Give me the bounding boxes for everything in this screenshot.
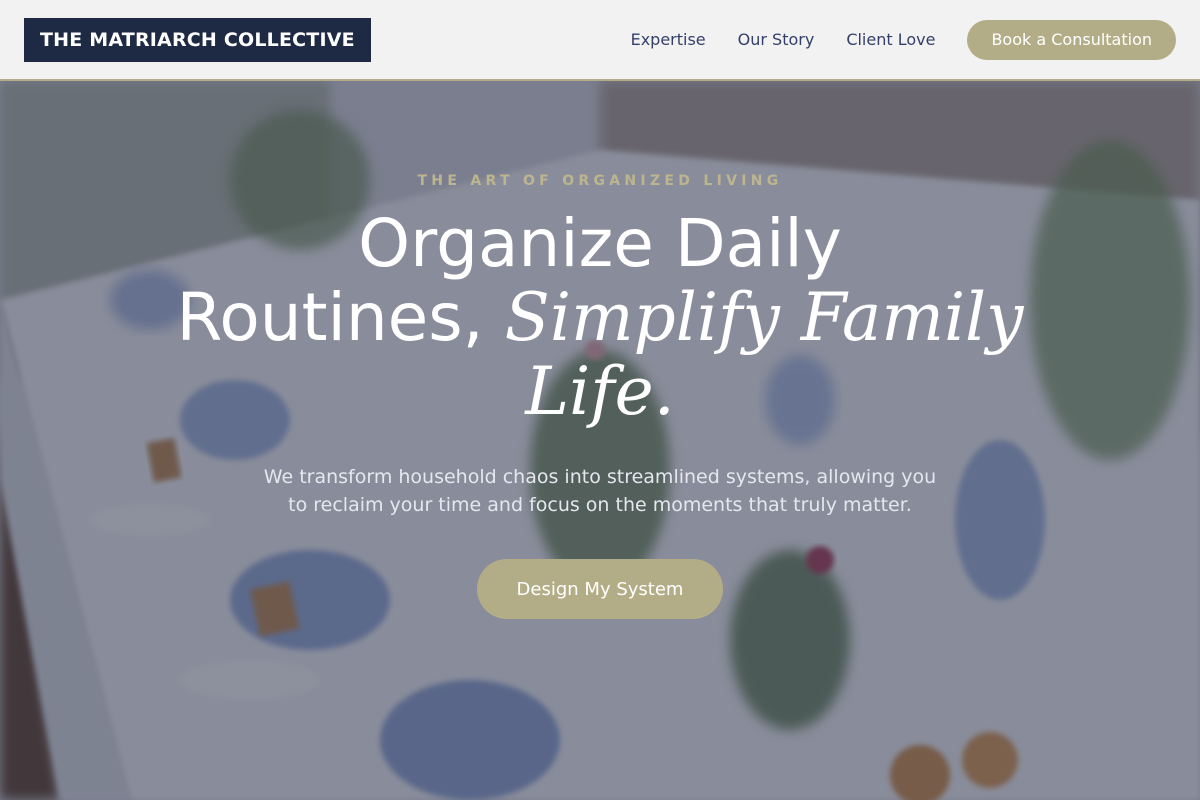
book-consultation-button[interactable]: Book a Consultation [967, 19, 1176, 60]
main-nav: Expertise Our Story Client Love Book a C… [631, 19, 1176, 60]
site-header: THE MATRIARCH COLLECTIVE Expertise Our S… [0, 0, 1200, 81]
hero-headline: Organize Daily Routines, Simplify Family… [170, 207, 1030, 429]
nav-link-expertise[interactable]: Expertise [631, 30, 706, 49]
brand-logo[interactable]: THE MATRIARCH COLLECTIVE [24, 17, 371, 62]
headline-accent-part: Simplify Family [504, 279, 1024, 356]
hero-section: THE ART OF ORGANIZED LIVING Organize Dai… [0, 170, 1200, 619]
nav-link-client-love[interactable]: Client Love [846, 30, 935, 49]
nav-link-our-story[interactable]: Our Story [738, 30, 815, 49]
headline-plain-part: Routines, [176, 279, 505, 356]
headline-line-2: Routines, Simplify Family [170, 281, 1030, 355]
design-my-system-button[interactable]: Design My System [477, 559, 723, 619]
headline-line-3: Life. [525, 353, 675, 430]
hero-eyebrow: THE ART OF ORGANIZED LIVING [417, 173, 783, 189]
headline-line-1: Organize Daily [358, 205, 842, 282]
hero-subtext: We transform household chaos into stream… [263, 466, 937, 516]
